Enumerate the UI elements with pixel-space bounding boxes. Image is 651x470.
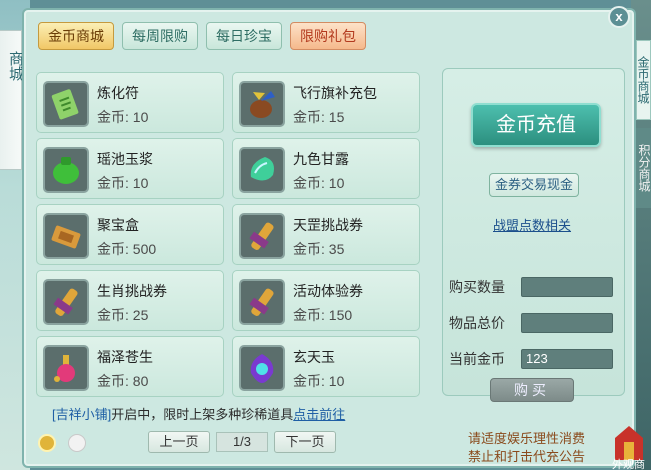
item-name: 瑶池玉浆 [97,151,153,167]
item-name: 玄天玉 [293,349,335,365]
item-card[interactable]: 瑶池玉浆 金币: 10 [36,138,224,199]
flag-pack-icon [239,81,285,127]
tab-daily-treasure[interactable]: 每日珍宝 [206,22,282,50]
item-card[interactable]: 炼化符 金币: 10 [36,72,224,133]
tab-limited-pack[interactable]: 限购礼包 [290,22,366,50]
side-tab-points-shop[interactable]: 积分商城 [636,128,651,208]
purchase-panel: 金币充值 金券交易现金 战盟点数相关 购买数量 物品总价 当前金币 123 [442,68,625,396]
tab-weekly-limit[interactable]: 每周限购 [122,22,198,50]
quantity-field[interactable] [521,277,613,297]
close-icon: x [615,9,623,24]
item-card[interactable]: 生肖挑战券 金币: 25 [36,270,224,331]
item-price: 金币: 500 [97,241,157,257]
item-card[interactable]: 九色甘露 金币: 10 [232,138,420,199]
go-now-link[interactable]: 点击前往 [293,407,345,422]
warning-line-1: 请适度娱乐理性消费 [468,431,586,446]
shop-panel: x 金币商城 每周限购 每日珍宝 限购礼包 炼化符 金币: 10 飞行旗补充包 … [22,6,636,468]
item-name: 活动体验券 [293,283,363,299]
search-icon[interactable] [38,434,56,452]
talisman-icon [43,81,89,127]
item-name: 聚宝盒 [97,217,139,233]
buy-button[interactable]: 购买 [490,378,574,402]
close-button[interactable]: x [608,6,630,28]
left-scroll-tab[interactable]: 商城 [0,30,24,170]
item-price: 金币: 150 [293,307,353,323]
notice-text: 开启中，限时上架多种珍稀道具 [111,407,294,422]
item-price: 金币: 15 [293,109,345,125]
gold-recharge-button[interactable]: 金币充值 [471,103,601,147]
dew-gem-icon [239,147,285,193]
total-price-field [521,313,613,333]
prev-page-button[interactable]: 上一页 [148,431,210,453]
item-card[interactable]: 聚宝盒 金币: 500 [36,204,224,265]
item-card[interactable]: 飞行旗补充包 金币: 15 [232,72,420,133]
item-card[interactable]: 天罡挑战券 金币: 35 [232,204,420,265]
pagination: 上一页 1/3 下一页 [148,431,336,453]
item-card[interactable]: 活动体验券 金币: 150 [232,270,420,331]
current-gold-label: 当前金币 [449,351,505,367]
item-name: 生肖挑战券 [97,283,167,299]
tab-bar: 金币商城 每周限购 每日珍宝 限购礼包 [38,22,366,50]
total-price-label: 物品总价 [449,315,505,331]
item-price: 金币: 80 [97,373,149,389]
item-price: 金币: 35 [293,241,345,257]
treasure-box-icon [43,213,89,259]
warning-line-2: 禁止和打击代充公告 [468,449,586,464]
shop-notice: [吉祥小铺]开启中，限时上架多种珍稀道具点击前往 [52,404,345,423]
page-indicator: 1/3 [216,432,268,452]
alliance-points-link[interactable]: 战盟点数相关 [493,215,571,234]
item-name: 炼化符 [97,85,139,101]
next-page-button[interactable]: 下一页 [274,431,336,453]
voucher-exchange-button[interactable]: 金券交易现金 [489,173,579,197]
item-price: 金币: 10 [293,175,345,191]
item-name: 福泽苍生 [97,349,153,365]
item-card[interactable]: 福泽苍生 金币: 80 [36,336,224,397]
scroll-icon [43,279,89,325]
item-name: 九色甘露 [293,151,349,167]
item-price: 金币: 10 [97,175,149,191]
item-price: 金币: 10 [293,373,345,389]
item-name: 天罡挑战券 [293,217,363,233]
item-price: 金币: 25 [97,307,149,323]
scroll-icon [239,279,285,325]
current-gold-field: 123 [521,349,613,369]
item-name: 飞行旗补充包 [293,85,377,101]
purple-jade-icon [239,345,285,391]
tab-gold-shop[interactable]: 金币商城 [38,22,114,50]
quantity-label: 购买数量 [449,279,505,295]
pearl-icon[interactable] [68,434,86,452]
shop-name-link[interactable]: [吉祥小铺] [52,407,111,422]
jade-jar-icon [43,147,89,193]
item-price: 金币: 10 [97,109,149,125]
scroll-icon [239,213,285,259]
potion-icon [43,345,89,391]
side-tab-gold-shop[interactable]: 金币商城 [636,40,651,120]
item-card[interactable]: 玄天玉 金币: 10 [232,336,420,397]
side-tab-appearance[interactable]: 外观商 [612,456,645,470]
